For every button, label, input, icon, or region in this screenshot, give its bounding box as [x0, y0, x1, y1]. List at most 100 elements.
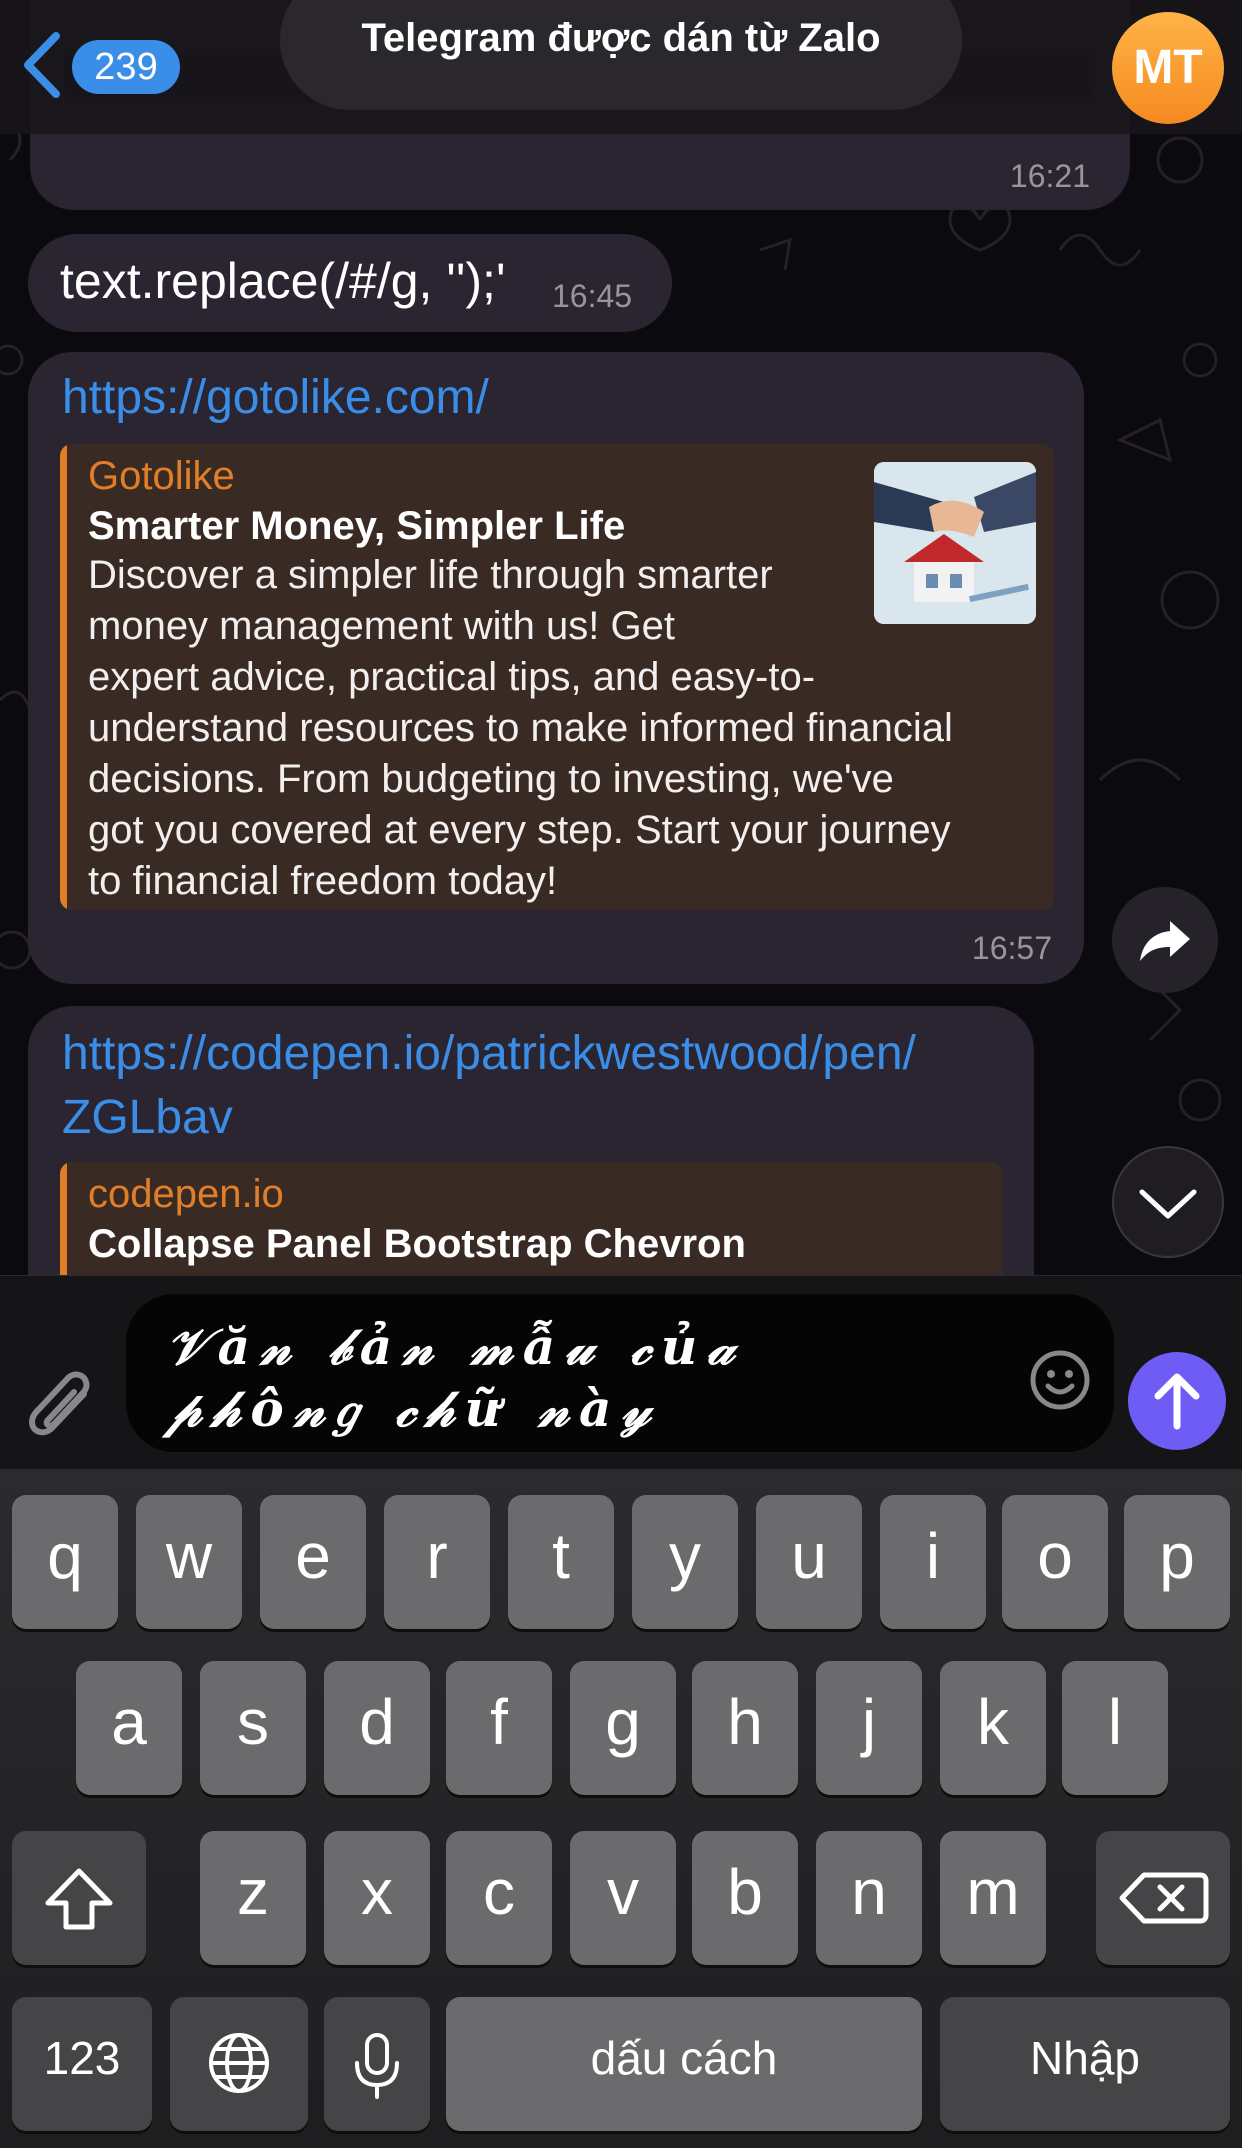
message-link[interactable]: ZGLbav	[62, 1090, 233, 1145]
key-label: i	[925, 1520, 941, 1592]
key-w[interactable]: w	[136, 1495, 242, 1629]
message-bubble-link[interactable]: https://gotolike.com/ Gotolike Smarter M…	[28, 352, 1084, 984]
link-preview[interactable]: Gotolike Smarter Money, Simpler Life Dis…	[60, 444, 1054, 910]
preview-accent-bar	[60, 444, 67, 910]
key-g[interactable]: g	[570, 1661, 676, 1795]
message-input-bar: 𝒱ă𝓃 𝒷ả𝓃 𝓂ẫ𝓊 𝒸ủ𝒶 𝓅𝒽ô𝓃𝑔 𝒸𝒽ữ 𝓃à𝓎	[0, 1275, 1242, 1469]
message-bubble-text[interactable]: text.replace(/#/g, '');' 16:45	[28, 234, 672, 332]
key-f[interactable]: f	[446, 1661, 552, 1795]
key-label: f	[490, 1686, 508, 1758]
key-label: w	[165, 1520, 213, 1592]
key-label: x	[361, 1856, 393, 1928]
key-t[interactable]: t	[508, 1495, 614, 1629]
key-label: Nhập	[1030, 2032, 1140, 2084]
key-label: u	[791, 1520, 827, 1592]
space-key[interactable]: dấu cách	[446, 1997, 922, 2131]
preview-site-name: codepen.io	[88, 1172, 284, 1216]
backspace-key[interactable]	[1096, 1831, 1230, 1965]
globe-key[interactable]	[170, 1997, 308, 2131]
microphone-key[interactable]	[324, 1997, 430, 2131]
keyboard: q w e r t y u i o p a s d f g h j k l z …	[0, 1469, 1242, 2148]
key-label: t	[552, 1520, 570, 1592]
key-l[interactable]: l	[1062, 1661, 1168, 1795]
key-label: r	[426, 1520, 448, 1592]
paperclip-icon[interactable]	[26, 1366, 98, 1446]
key-j[interactable]: j	[816, 1661, 922, 1795]
scroll-down-button[interactable]	[1112, 1146, 1224, 1258]
key-h[interactable]: h	[692, 1661, 798, 1795]
key-a[interactable]: a	[76, 1661, 182, 1795]
key-label: b	[727, 1856, 763, 1928]
key-x[interactable]: x	[324, 1831, 430, 1965]
forward-icon	[1140, 921, 1190, 961]
preview-title: Smarter Money, Simpler Life	[88, 504, 626, 548]
emoji-icon[interactable]	[1028, 1348, 1092, 1412]
unread-count-badge[interactable]: 239	[72, 40, 180, 94]
link-preview[interactable]: codepen.io Collapse Panel Bootstrap Chev…	[60, 1162, 1002, 1275]
key-i[interactable]: i	[880, 1495, 986, 1629]
send-arrow-icon	[1154, 1373, 1200, 1430]
input-text-line: 𝒱ă𝓃 𝒷ả𝓃 𝓂ẫ𝓊 𝒸ủ𝒶	[166, 1317, 745, 1376]
key-label: m	[966, 1856, 1020, 1928]
message-bubble-link[interactable]: https://codepen.io/patrickwestwood/pen/ …	[28, 1006, 1034, 1275]
key-label: o	[1037, 1520, 1073, 1592]
key-label: s	[237, 1686, 269, 1758]
key-z[interactable]: z	[200, 1831, 306, 1965]
avatar[interactable]: MT	[1112, 12, 1224, 124]
send-button[interactable]	[1128, 1352, 1226, 1450]
key-u[interactable]: u	[756, 1495, 862, 1629]
key-label: h	[727, 1686, 763, 1758]
key-label: n	[851, 1856, 887, 1928]
message-link[interactable]: https://gotolike.com/	[62, 370, 489, 425]
chat-title-pill[interactable]: Telegram được dán từ Zalo	[280, 0, 962, 110]
key-n[interactable]: n	[816, 1831, 922, 1965]
key-c[interactable]: c	[446, 1831, 552, 1965]
key-k[interactable]: k	[940, 1661, 1046, 1795]
key-d[interactable]: d	[324, 1661, 430, 1795]
key-e[interactable]: e	[260, 1495, 366, 1629]
preview-description-line: got you covered at every step. Start you…	[88, 808, 951, 852]
input-text-line: 𝓅𝒽ô𝓃𝑔 𝒸𝒽ữ 𝓃à𝓎	[166, 1379, 661, 1438]
globe-icon	[209, 2033, 269, 2093]
preview-title: Collapse Panel Bootstrap Chevron	[88, 1222, 746, 1266]
backspace-icon	[1119, 1872, 1209, 1924]
key-label: z	[237, 1856, 269, 1928]
message-link[interactable]: https://codepen.io/patrickwestwood/pen/	[62, 1026, 916, 1081]
preview-description-line: decisions. From budgeting to investing, …	[88, 757, 894, 801]
message-time: 16:57	[971, 930, 1052, 966]
key-label: g	[605, 1686, 641, 1758]
shift-key[interactable]	[12, 1831, 146, 1965]
message-time: 16:21	[1009, 158, 1090, 194]
message-input-text: 𝒱ă𝓃 𝒷ả𝓃 𝓂ẫ𝓊 𝒸ủ𝒶 𝓅𝒽ô𝓃𝑔 𝒸𝒽ữ 𝓃à𝓎	[166, 1316, 1006, 1440]
key-q[interactable]: q	[12, 1495, 118, 1629]
message-input[interactable]: 𝒱ă𝓃 𝒷ả𝓃 𝓂ẫ𝓊 𝒸ủ𝒶 𝓅𝒽ô𝓃𝑔 𝒸𝒽ữ 𝓃à𝓎	[126, 1294, 1114, 1452]
key-label: v	[607, 1856, 639, 1928]
chat-area[interactable]: 16:21 text.replace(/#/g, '');' 16:45 htt…	[0, 0, 1242, 1275]
key-label: p	[1159, 1520, 1195, 1592]
key-v[interactable]: v	[570, 1831, 676, 1965]
preview-description-line: to financial freedom today!	[88, 859, 558, 903]
key-m[interactable]: m	[940, 1831, 1046, 1965]
preview-description-line: understand resources to make informed fi…	[88, 706, 953, 750]
numbers-key[interactable]: 123	[12, 1997, 152, 2131]
message-time: 16:45	[552, 278, 633, 314]
preview-description-line: expert advice, practical tips, and easy-…	[88, 655, 816, 699]
key-label: a	[111, 1686, 147, 1758]
chevron-down-icon	[1139, 1189, 1197, 1219]
key-label: 123	[43, 2032, 121, 2084]
back-chevron-icon[interactable]	[16, 30, 66, 100]
return-key[interactable]: Nhập	[940, 1997, 1230, 2131]
key-o[interactable]: o	[1002, 1495, 1108, 1629]
key-b[interactable]: b	[692, 1831, 798, 1965]
key-s[interactable]: s	[200, 1661, 306, 1795]
key-label: k	[977, 1686, 1009, 1758]
key-p[interactable]: p	[1124, 1495, 1230, 1629]
key-y[interactable]: y	[632, 1495, 738, 1629]
message-text: text.replace(/#/g, '');'	[60, 253, 506, 309]
key-r[interactable]: r	[384, 1495, 490, 1629]
preview-accent-bar	[60, 1162, 67, 1275]
key-label: c	[483, 1856, 515, 1928]
chat-header: 239 Telegram được dán từ Zalo MT	[0, 0, 1242, 134]
forward-button[interactable]	[1112, 887, 1218, 993]
key-label: y	[669, 1520, 701, 1592]
